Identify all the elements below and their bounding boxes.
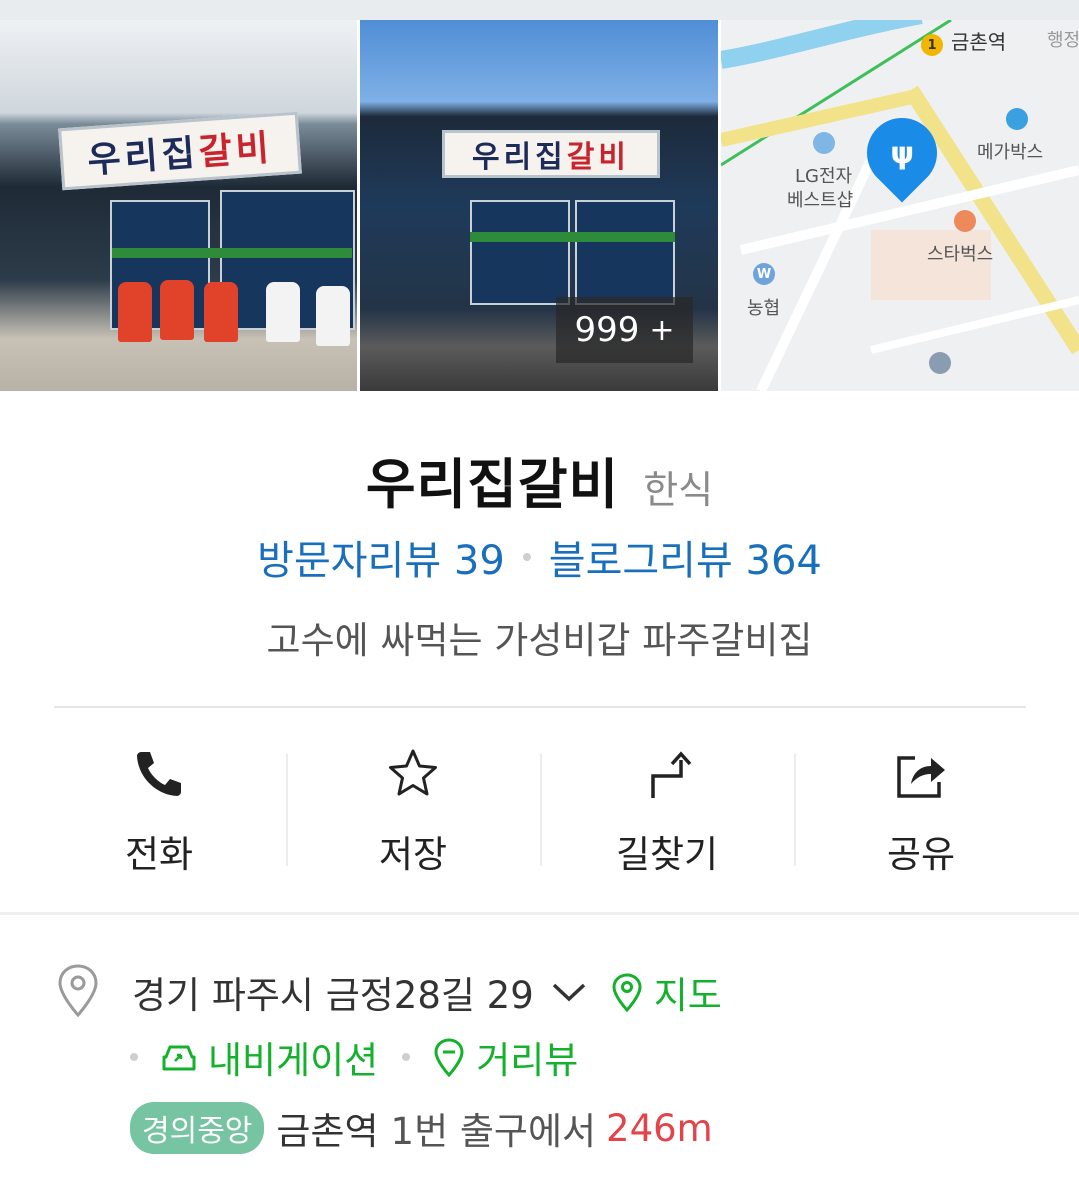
store-sign: 우리집 갈비 (442, 130, 660, 178)
map-link-label: 지도 (653, 974, 722, 1017)
chair (266, 282, 300, 342)
store-window (575, 200, 675, 305)
streetview-link[interactable]: 거리뷰 (432, 1030, 578, 1084)
sign-text-dark: 우리집 (471, 140, 567, 175)
status-bar (0, 0, 1079, 20)
store-window (470, 200, 570, 305)
chair (118, 282, 152, 342)
navigation-link[interactable]: 내비게이션 (160, 1030, 378, 1084)
share-icon (897, 756, 945, 798)
place-category: 한식 (643, 468, 714, 512)
photo-count-badge[interactable]: 999 + (556, 297, 693, 363)
subway-station-icon: 1 (921, 34, 943, 56)
phone-icon (137, 752, 181, 796)
address-text: 경기 파주시 금정28길 29 (132, 974, 534, 1017)
car-icon (162, 1045, 196, 1071)
separator-dot (402, 1053, 411, 1061)
map-label-nonghyup: 농협 (747, 298, 781, 319)
sign-text-dark: 우리집 (86, 132, 201, 182)
save-button[interactable]: 저장 (286, 740, 540, 880)
directions-icon (651, 751, 692, 798)
location-pin-icon (54, 963, 102, 1021)
call-label: 전화 (124, 833, 194, 876)
cafe-icon (954, 210, 976, 232)
location-icon (929, 352, 951, 374)
streetview-icon (434, 1038, 464, 1077)
navigation-link-label: 내비게이션 (208, 1039, 379, 1082)
share-button[interactable]: 공유 (794, 740, 1048, 880)
directions-button[interactable]: 길찾기 (540, 740, 794, 880)
place-name: 우리집갈비 (365, 453, 620, 516)
map-thumbnail[interactable]: 1 금촌역 행정 메가박스 LG전자 베스트샵 스타벅스 W 농협 ψ (721, 20, 1079, 391)
address-row: 경기 파주시 금정28길 29 지도 (54, 963, 722, 1021)
chair (160, 280, 194, 340)
section-divider (0, 912, 1079, 915)
photo-count-suffix: + (649, 312, 675, 348)
cinema-icon (1006, 108, 1028, 130)
call-button[interactable]: 전화 (32, 740, 286, 880)
star-icon (389, 749, 437, 796)
directions-label: 길찾기 (615, 833, 719, 876)
sign-text-red: 갈비 (566, 140, 630, 175)
blog-review-link[interactable]: 블로그리뷰 364 (549, 528, 822, 586)
bank-logo: W (756, 266, 772, 282)
share-label: 공유 (886, 833, 956, 876)
save-label: 저장 (378, 833, 448, 876)
visitor-review-link[interactable]: 방문자리뷰 39 (257, 528, 505, 586)
separator-dot (522, 553, 531, 561)
separator-dot (130, 1053, 138, 1061)
subway-distance: 246m (606, 1106, 713, 1150)
bank-icon: W (753, 263, 775, 285)
review-row: 방문자리뷰 39 블로그리뷰 364 (0, 528, 1079, 586)
map-label-megabox: 메가박스 (977, 142, 1044, 163)
station-number: 1 (927, 37, 937, 53)
photo-storefront-1[interactable]: 우리집 갈비 (0, 20, 357, 391)
divider (54, 706, 1026, 708)
map-link[interactable]: 지도 (610, 965, 722, 1019)
shop-icon (813, 132, 835, 154)
navigation-row: 내비게이션 거리뷰 (130, 1032, 578, 1082)
chevron-down-icon[interactable] (534, 973, 588, 1011)
map-pin-icon (612, 973, 642, 1012)
photo-gallery[interactable]: 우리집 갈비 우리집 갈비 999 + 1 금촌역 행정 메가박스 LG전자 베… (0, 20, 1079, 391)
photo-count-number: 999 (574, 310, 640, 350)
map-label-starbucks: 스타벅스 (927, 244, 994, 265)
map-label-admin: 행정 (1047, 30, 1079, 51)
action-bar: 전화 저장 길찾기 공유 (32, 740, 1048, 880)
sign-text-red: 갈비 (197, 127, 275, 174)
map-roads (721, 20, 1079, 391)
store-green-strip (112, 248, 352, 258)
photo-storefront-2[interactable]: 우리집 갈비 999 + (360, 20, 718, 391)
subway-station: 금촌역 (276, 1110, 379, 1153)
place-description: 고수에 싸먹는 가성비갑 파주갈비집 (266, 619, 813, 662)
map-label-lg-line1: LG전자 (795, 166, 853, 187)
store-green-strip (470, 232, 675, 242)
place-title-row: 우리집갈비 한식 (0, 440, 1079, 519)
subway-exit-text: 1번 출구에서 (390, 1110, 597, 1153)
map-label-lg-line2: 베스트샵 (787, 190, 854, 211)
subway-row: 경의중앙 금촌역 1번 출구에서 246m (130, 1102, 713, 1154)
map-label-station: 금촌역 (951, 30, 1007, 54)
store-sign: 우리집 갈비 (58, 111, 302, 191)
subway-line-badge: 경의중앙 (130, 1102, 265, 1154)
chair (204, 282, 238, 342)
chair (316, 286, 350, 346)
streetview-link-label: 거리뷰 (476, 1039, 579, 1082)
